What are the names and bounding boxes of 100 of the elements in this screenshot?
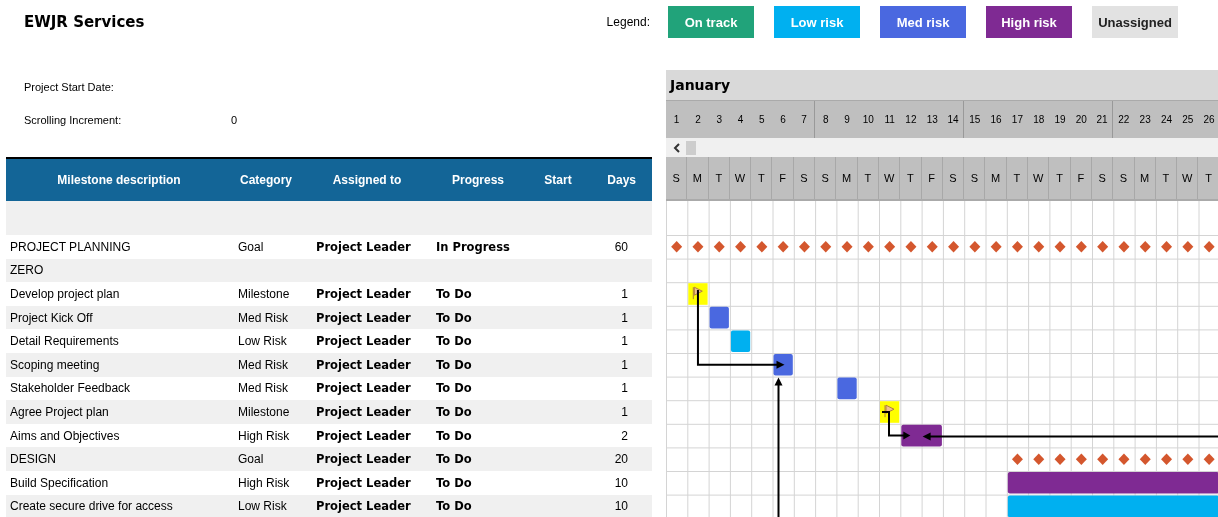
day-number: 9 xyxy=(843,113,851,127)
table-cell: To Do xyxy=(436,499,472,514)
weekday-label: M xyxy=(687,157,709,199)
milestone-flag-icon xyxy=(688,283,708,305)
column-header: Start xyxy=(543,173,573,187)
table-cell-text: DESIGN xyxy=(9,452,57,467)
table-cell: To Do xyxy=(436,475,472,490)
table-cell: Project Leader xyxy=(316,310,411,325)
weekday-label: T xyxy=(1006,157,1029,199)
table-cell: Project Leader xyxy=(316,428,411,443)
table-cell: Project Leader xyxy=(316,404,411,419)
table-cell: To Do xyxy=(436,428,472,443)
table-cell: Low Risk xyxy=(238,334,287,349)
goal-diamond xyxy=(948,241,960,253)
weekday-label: S xyxy=(793,157,816,199)
table-cell: To Do xyxy=(436,287,472,301)
legend-chip: Unassigned xyxy=(1092,6,1178,38)
day-number: 18 xyxy=(1032,113,1046,127)
goal-diamond xyxy=(1033,241,1045,253)
weekday-label: T xyxy=(1049,157,1071,199)
goal-diamond xyxy=(820,241,832,253)
table-cell-text: Develop project plan xyxy=(9,287,121,301)
column-header: Milestone description xyxy=(56,173,182,187)
day-number: 20 xyxy=(1074,113,1088,127)
weekday-label: S xyxy=(1113,157,1135,199)
table-cell: Project Leader xyxy=(316,357,411,372)
table-cell: 1 xyxy=(621,310,628,325)
weekday-label: S xyxy=(666,157,688,199)
goal-diamond xyxy=(1118,453,1130,465)
table-cell: To Do xyxy=(436,381,472,396)
table-cell-text: Detail Requirements xyxy=(9,334,120,349)
table-cell: 1 xyxy=(621,404,628,419)
weekday-label: M xyxy=(985,157,1007,199)
goal-diamond xyxy=(990,241,1002,253)
table-cell-text: Create secure drive for access xyxy=(9,499,174,514)
table-cell: Project Leader xyxy=(316,239,411,254)
goal-diamond xyxy=(1203,453,1215,465)
setting-value: 0 xyxy=(231,113,238,126)
scroll-left-icon[interactable] xyxy=(672,141,682,154)
table-cell: Med Risk xyxy=(238,381,288,396)
month-label: January xyxy=(670,77,731,93)
table-cell: High Risk xyxy=(238,475,290,490)
table-cell-text: Stakeholder Feedback xyxy=(9,381,132,396)
table-cell: Project Leader xyxy=(316,334,411,349)
goal-diamond xyxy=(862,241,874,253)
setting-label: Project Start Date: xyxy=(24,80,115,93)
goal-diamond xyxy=(1161,241,1173,253)
day-number: 24 xyxy=(1159,113,1174,127)
table-cell: To Do xyxy=(436,452,472,467)
table-cell: To Do xyxy=(436,310,472,325)
scroll-thumb[interactable] xyxy=(686,140,696,155)
table-cell-text: Build Specification xyxy=(9,475,110,490)
weekday-label: W xyxy=(878,157,901,199)
legend-chip: High risk xyxy=(986,6,1072,38)
day-number: 15 xyxy=(968,113,982,127)
setting-label: Scrolling Increment: xyxy=(24,113,123,126)
goal-diamond xyxy=(1054,241,1066,253)
weekday-label: T xyxy=(1155,157,1178,199)
table-cell-text: PROJECT PLANNING xyxy=(9,239,132,254)
table-cell: In Progress xyxy=(436,239,510,254)
legend-chip: On track xyxy=(668,6,754,38)
goal-diamond xyxy=(1097,453,1109,465)
goal-diamond xyxy=(884,241,896,253)
goal-diamond xyxy=(969,241,981,253)
table-cell: To Do xyxy=(436,357,472,372)
table-cell: 1 xyxy=(621,334,628,349)
table-cell: 1 xyxy=(621,381,628,396)
goal-diamond xyxy=(1054,453,1066,465)
goal-diamond xyxy=(1118,241,1130,253)
table-cell: To Do xyxy=(436,334,472,349)
day-number: 1 xyxy=(672,113,681,127)
legend-chip: Med risk xyxy=(880,6,966,38)
table-cell: Milestone xyxy=(238,404,290,419)
table-cell-text: Project Kick Off xyxy=(9,310,94,325)
day-number: 11 xyxy=(883,113,896,127)
day-number: 3 xyxy=(715,113,723,127)
goal-diamond xyxy=(1139,453,1151,465)
goal-diamond xyxy=(1011,453,1023,465)
weekday-label: M xyxy=(1134,157,1156,199)
weekday-label: F xyxy=(921,157,943,199)
weekday-label: W xyxy=(1028,157,1050,199)
table-cell: Low Risk xyxy=(238,499,287,514)
weekday-label: M xyxy=(836,157,858,199)
goal-diamond xyxy=(926,241,938,253)
goal-diamond xyxy=(671,241,683,253)
goal-diamond xyxy=(735,241,747,253)
day-number: 19 xyxy=(1053,113,1067,127)
goal-diamond xyxy=(1203,241,1215,253)
goal-diamond xyxy=(1075,453,1087,465)
table-cell-text: ZERO xyxy=(9,263,45,278)
goal-diamond xyxy=(692,241,704,253)
weekday-label: F xyxy=(772,157,794,199)
column-header: Days xyxy=(606,173,637,187)
column-header: Assigned to xyxy=(331,173,403,187)
goal-diamond xyxy=(1139,241,1151,253)
weekday-label: W xyxy=(729,157,752,199)
goal-diamond xyxy=(756,241,768,253)
column-header: Category xyxy=(239,173,293,187)
table-cell-text: Agree Project plan xyxy=(9,404,110,419)
day-number: 13 xyxy=(925,113,939,127)
